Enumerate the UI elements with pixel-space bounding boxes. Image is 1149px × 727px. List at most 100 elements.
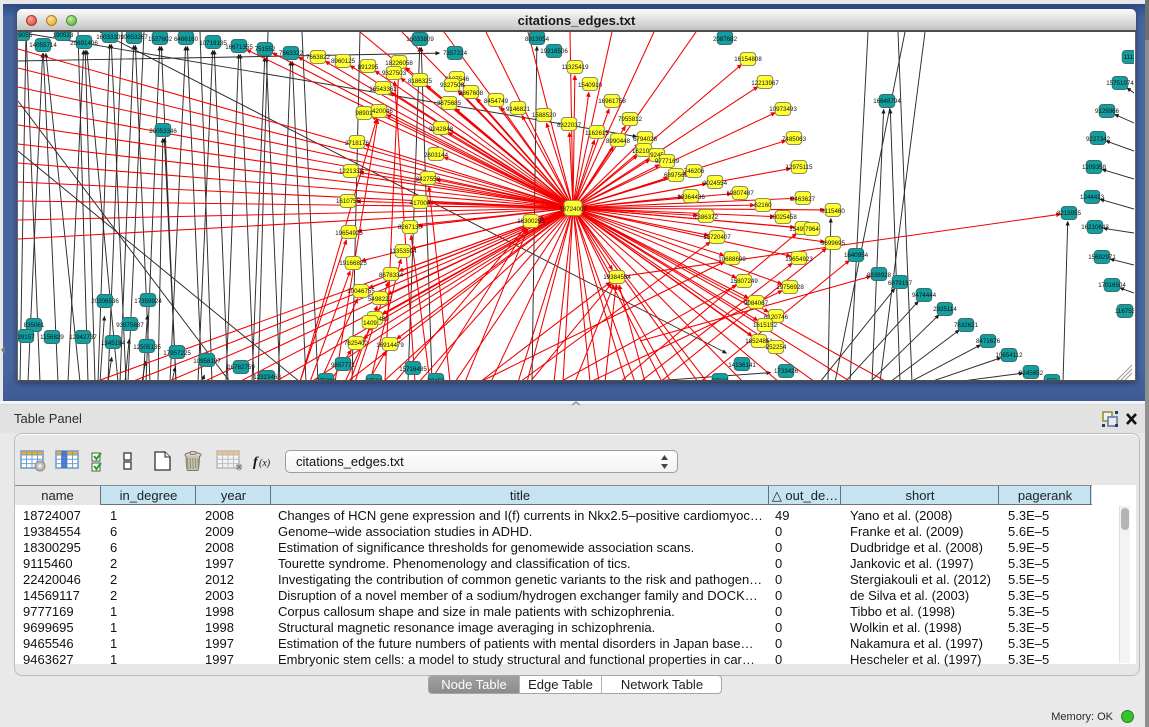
svg-text:891295: 891295 [358,64,379,71]
svg-text:16033809: 16033809 [406,36,434,43]
svg-text:10807487: 10807487 [726,190,754,197]
svg-text:1345194: 1345194 [101,340,126,347]
svg-text:8454749: 8454749 [484,98,509,105]
svg-text:8186325: 8186325 [408,78,433,85]
svg-text:93975887: 93975887 [116,322,144,329]
svg-text:8267130: 8267130 [398,224,423,231]
svg-text:17957225: 17957225 [163,350,191,357]
svg-text:9084067: 9084067 [744,300,769,307]
svg-text:7386372: 7386372 [694,214,719,221]
svg-text:9474444: 9474444 [912,292,937,299]
svg-text:252254: 252254 [766,344,787,351]
svg-text:16961758: 16961758 [598,98,626,105]
svg-text:7625402: 7625402 [344,340,369,347]
svg-text:18724007: 18724007 [559,206,587,213]
svg-text:15807249: 15807249 [730,278,758,285]
svg-text:7663822: 7663822 [306,54,331,61]
svg-text:16648794: 16648794 [873,98,901,105]
svg-text:15716485: 15716485 [399,366,427,373]
svg-text:9777169: 9777169 [655,158,680,165]
svg-text:16914479: 16914479 [376,342,404,349]
svg-text:39157: 39157 [18,334,35,341]
svg-text:9245652: 9245652 [1019,370,1044,377]
svg-text:7663322: 7663322 [279,50,304,57]
svg-text:746206: 746206 [684,168,705,175]
svg-text:(x): (x) [259,458,271,469]
svg-text:209055: 209055 [18,32,33,39]
svg-text:18226058: 18226058 [385,60,413,67]
svg-text:6794028: 6794028 [633,136,658,143]
svg-text:10046755: 10046755 [347,288,375,295]
svg-text:12505135: 12505135 [133,344,161,351]
svg-text:9657771: 9657771 [331,362,356,369]
svg-text:19756928: 19756928 [776,284,804,291]
svg-text:2087682: 2087682 [713,36,738,43]
svg-text:10719185: 10719185 [199,40,227,47]
svg-text:16154808: 16154808 [734,56,762,63]
svg-text:16671355: 16671355 [225,44,253,51]
svg-text:7632621: 7632621 [954,322,979,329]
svg-text:3875685: 3875685 [437,100,462,107]
svg-text:11353594: 11353594 [389,248,417,255]
svg-text:9129966: 9129966 [1095,108,1120,115]
svg-text:1588520: 1588520 [532,112,557,119]
svg-text:62160: 62160 [754,202,772,209]
svg-text:12323468: 12323468 [253,374,281,381]
svg-text:16782759: 16782759 [227,364,255,371]
svg-text:835061: 835061 [24,322,45,329]
svg-text:7964: 7964 [805,226,819,233]
svg-text:20206536: 20206536 [91,298,119,305]
svg-text:92450: 92450 [427,378,445,382]
svg-text:12213967: 12213967 [751,80,779,87]
svg-text:9463627: 9463627 [791,196,816,203]
svg-text:87561: 87561 [365,378,383,382]
svg-text:6466160: 6466160 [174,36,199,43]
svg-text:8471676: 8471676 [976,338,1001,345]
svg-text:87612: 87612 [711,378,729,382]
svg-text:10973493: 10973493 [769,106,797,113]
svg-text:8960125: 8960125 [331,58,356,65]
svg-text:1112: 1112 [1124,54,1134,61]
svg-text:19654925: 19654925 [335,230,363,237]
svg-text:1409: 1409 [363,320,377,327]
svg-text:875999: 875999 [316,378,337,382]
svg-text:1221338: 1221338 [339,168,364,175]
svg-text:16210643: 16210643 [1081,224,1109,231]
svg-text:18300295: 18300295 [517,218,545,225]
svg-text:9327508: 9327508 [440,82,465,89]
svg-text:19654923: 19654923 [785,256,813,263]
svg-text:1244413: 1244413 [1080,194,1105,201]
svg-text:8427552: 8427552 [416,176,441,183]
svg-text:116753: 116753 [1115,308,1134,315]
svg-text:9227342: 9227342 [1086,136,1111,143]
svg-text:1209358: 1209358 [1082,164,1107,171]
svg-text:15751074: 15751074 [1106,80,1134,87]
svg-text:11325419: 11325419 [561,64,589,71]
svg-text:417006: 417006 [410,200,431,207]
svg-text:3024554: 3024554 [703,180,728,187]
svg-text:2718176: 2718176 [345,140,370,147]
svg-text:9146821: 9146821 [506,106,531,113]
svg-text:8322037: 8322037 [557,122,582,129]
svg-text:20053346: 20053346 [149,128,177,135]
svg-text:751552: 751552 [255,46,276,53]
svg-text:9115460: 9115460 [821,208,845,215]
svg-text:17359924: 17359924 [134,298,162,305]
svg-text:7357224: 7357224 [443,50,468,57]
svg-text:16543362: 16543362 [369,86,397,93]
svg-text:1615152: 1615152 [753,322,778,329]
svg-text:2867608: 2867608 [459,90,484,97]
svg-text:10654112: 10654112 [995,352,1023,359]
svg-text:1162615: 1162615 [585,130,609,137]
svg-text:5498222: 5498222 [368,296,393,303]
svg-text:6879197: 6879197 [888,280,913,287]
svg-text:14055714: 14055714 [29,42,57,49]
svg-text:9242848: 9242848 [429,126,454,133]
svg-text:190533: 190533 [53,32,74,39]
svg-text:19218506: 19218506 [540,48,568,55]
svg-text:9699695: 9699695 [821,240,846,247]
svg-text:7485063: 7485063 [782,136,807,143]
svg-text:19166825: 19166825 [339,260,367,267]
svg-text:1733426: 1733426 [774,368,799,375]
svg-text:8813054: 8813054 [525,36,550,43]
